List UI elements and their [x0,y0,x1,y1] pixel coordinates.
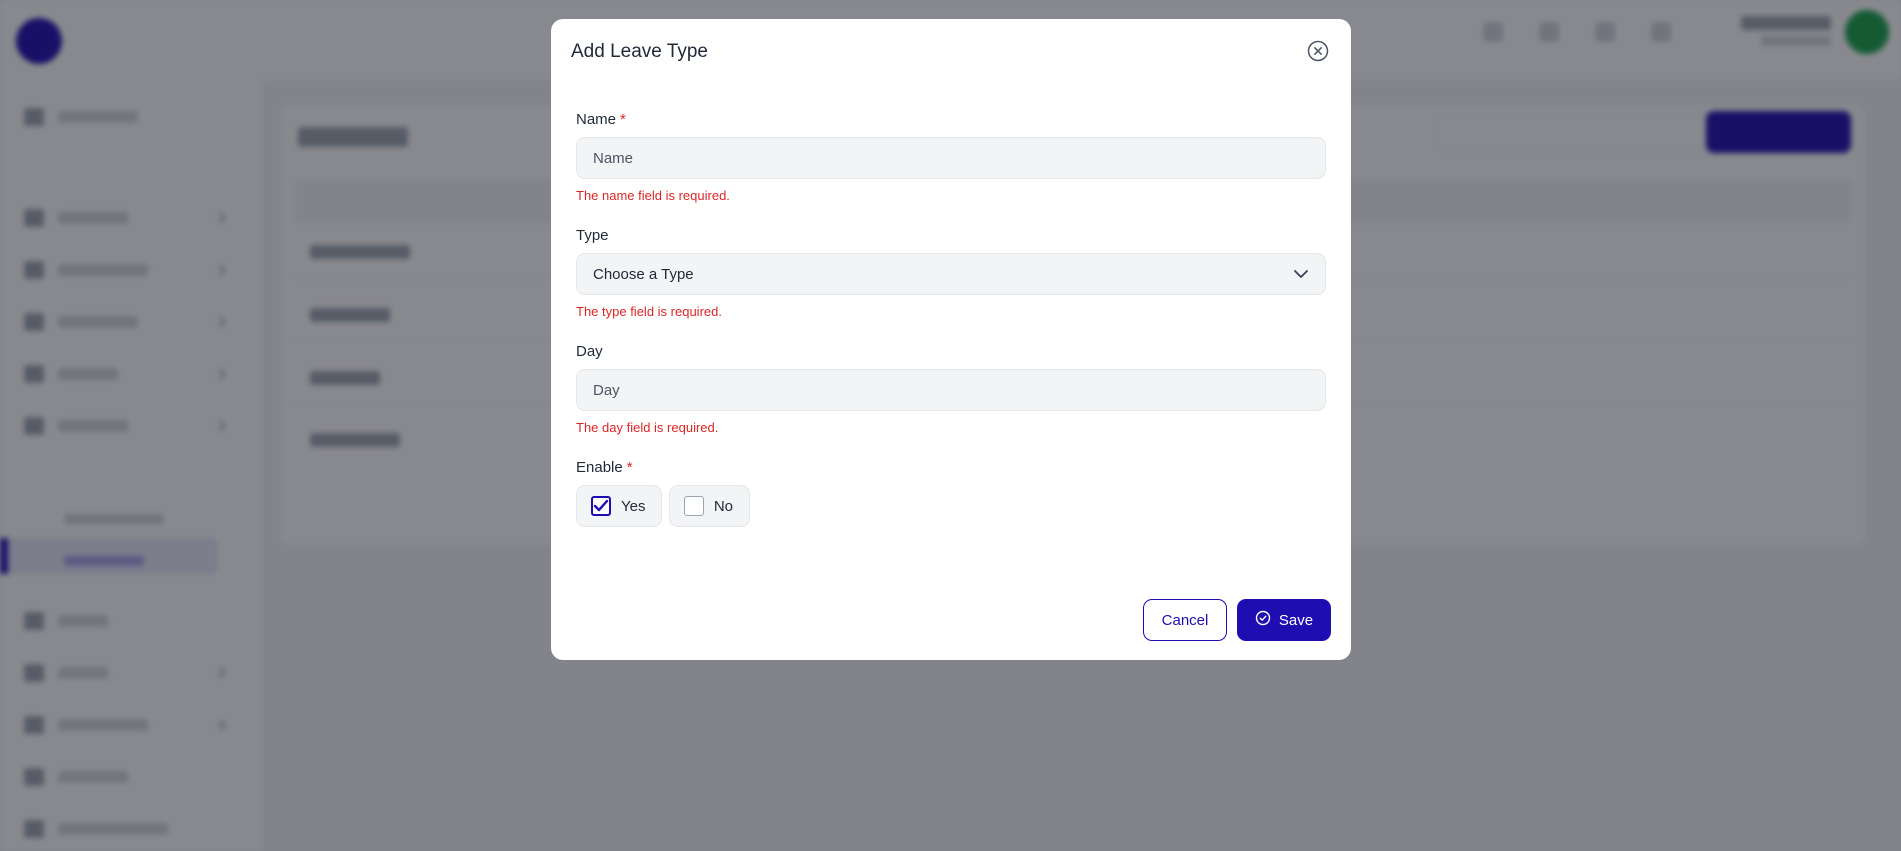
name-label: Name * [576,111,626,128]
name-label-text: Name [576,111,617,128]
type-error: The type field is required. [576,304,722,319]
day-error: The day field is required. [576,420,719,435]
required-mark: * [620,111,626,128]
enable-option-yes[interactable]: Yes [576,485,662,527]
day-label: Day [576,343,603,360]
enable-option-yes-label: Yes [621,497,646,515]
close-icon[interactable] [1307,40,1329,62]
enable-label-text: Enable [576,459,623,476]
add-leave-type-modal: Add Leave Type Name* The name field is r… [551,19,1351,660]
required-mark: * [626,459,633,476]
name-error: The name field is required. [576,188,730,203]
type-label: Type [576,227,609,244]
type-select[interactable]: Choose a Type [576,253,1326,295]
enable-label: Enable * [576,459,633,476]
checkbox-checked-icon [591,496,611,516]
enable-option-no-label: No [713,497,733,515]
check-circle-icon [1255,610,1271,630]
cancel-button[interactable]: Cancel [1143,599,1227,641]
checkbox-unchecked-icon [684,496,704,516]
save-button-label: Save [1278,611,1314,629]
day-input[interactable] [576,369,1326,411]
name-input[interactable] [576,137,1326,179]
modal-title: Add Leave Type [571,41,708,62]
type-select-value: Choose a Type [593,265,694,283]
save-button[interactable]: Save [1237,599,1331,641]
enable-option-no[interactable]: No [669,485,750,527]
chevron-down-icon [1293,266,1309,283]
